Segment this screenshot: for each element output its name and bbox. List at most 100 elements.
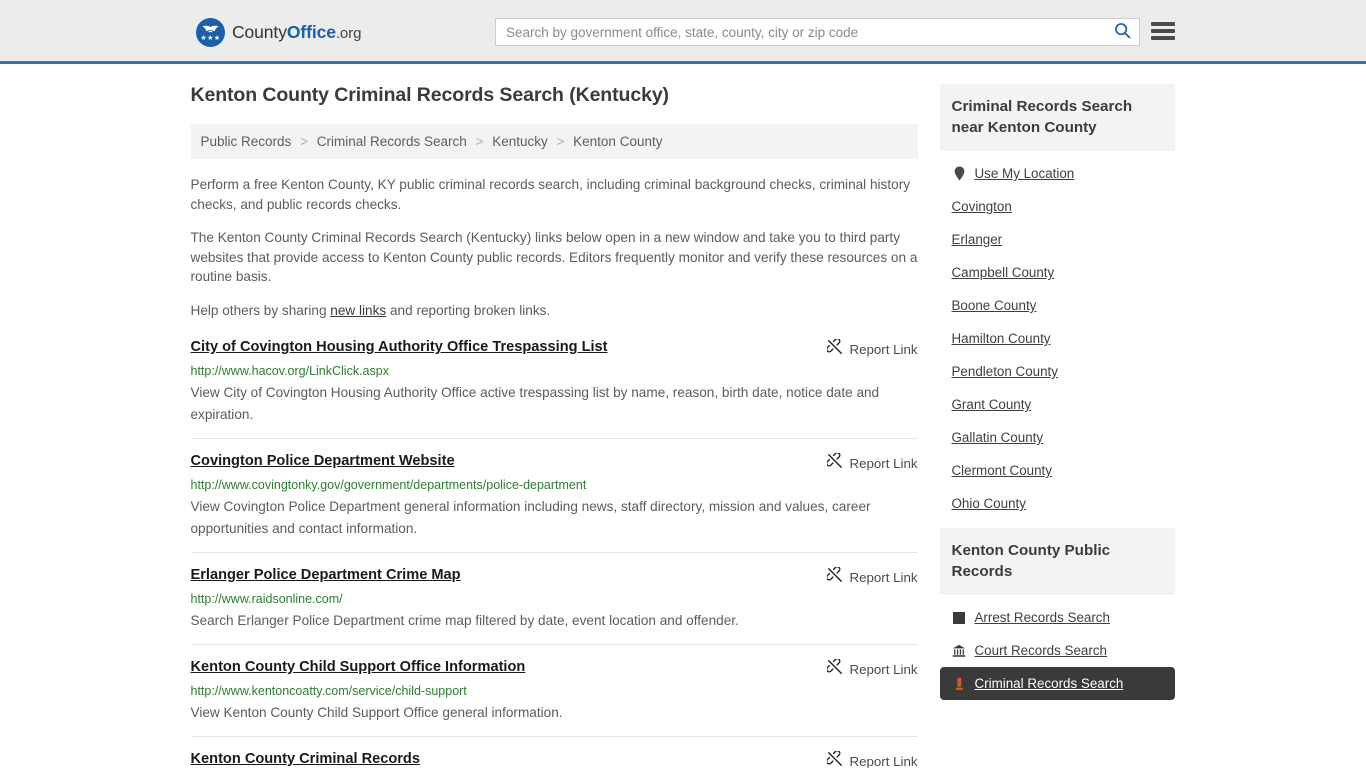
page-title: Kenton County Criminal Records Search (K… (190, 84, 670, 106)
broken-link-icon (825, 338, 843, 360)
logo-word-org: .org (335, 25, 362, 42)
sidebar-item-hamilton-county[interactable]: Hamilton County (940, 322, 1175, 355)
result-title-link[interactable]: Kenton County Child Support Office Infor… (191, 658, 540, 677)
sidebar-item-gallatin-county[interactable]: Gallatin County (940, 421, 1175, 454)
result-url[interactable]: http://www.raidsonline.com/ (191, 591, 918, 608)
result-description: Search Erlanger Police Department crime … (190, 613, 739, 628)
sidebar-item-court-records-search[interactable]: Court Records Search (940, 634, 1175, 667)
report-link-button[interactable]: Report Link (825, 566, 918, 588)
intro-paragraph-2: The Kenton County Criminal Records Searc… (190, 230, 918, 284)
sidebar-item-clermont-county[interactable]: Clermont County (940, 454, 1175, 487)
sidebar-item-boone-county[interactable]: Boone County (940, 289, 1175, 322)
main-content: Kenton County Criminal Records Search (K… (190, 84, 918, 768)
list-item: Hamilton County (940, 322, 1175, 355)
courthouse-icon (952, 643, 967, 658)
sidebar-item-label: Criminal Records Search (974, 676, 1124, 691)
breadcrumb-item-kenton-county: Kenton County (573, 134, 663, 149)
report-link-button[interactable]: Report Link (825, 658, 918, 680)
result-title-link[interactable]: Erlanger Police Department Crime Map (191, 566, 475, 585)
broken-link-icon (825, 658, 843, 680)
fingerprint-icon (952, 610, 967, 625)
broken-link-icon (825, 452, 843, 474)
sidebar-item-label: Covington (951, 199, 1012, 214)
sidebar-item-label: Pendleton County (951, 364, 1058, 379)
list-item: Covington (940, 190, 1175, 223)
intro-paragraph-1: Perform a free Kenton County, KY public … (190, 177, 911, 212)
sidebar-public-records-list: Arrest Records Search Court Records Sear… (939, 595, 1175, 700)
results-list: City of Covington Housing Authority Offi… (190, 336, 918, 768)
logo-stars: ★★★ (200, 35, 221, 42)
sidebar-item-covington[interactable]: Covington (940, 190, 1175, 223)
sidebar-item-use-my-location[interactable]: Use My Location (940, 157, 1175, 190)
breadcrumb: Public Records > Criminal Records Search… (190, 124, 918, 159)
gavel-icon (952, 676, 967, 691)
sidebar-item-label: Arrest Records Search (974, 610, 1110, 625)
sidebar-nearby-panel: Criminal Records Search near Kenton Coun… (939, 84, 1175, 520)
breadcrumb-separator: > (300, 134, 308, 149)
sidebar-public-records-panel: Kenton County Public Records Arrest Reco… (939, 528, 1175, 700)
list-item: Erlanger (940, 223, 1175, 256)
result-description: View Covington Police Department general… (190, 499, 871, 536)
list-item: Use My Location (940, 157, 1175, 190)
hamburger-bar-3 (1151, 36, 1175, 40)
logo-word-office: Office (286, 22, 336, 42)
sidebar-item-ohio-county[interactable]: Ohio County (940, 487, 1175, 520)
sidebar-item-arrest-records-search[interactable]: Arrest Records Search (940, 601, 1175, 634)
report-link-button[interactable]: Report Link (825, 452, 918, 474)
search-input[interactable] (496, 19, 1105, 45)
sidebar-item-label: Campbell County (951, 265, 1055, 280)
sidebar-item-campbell-county[interactable]: Campbell County (940, 256, 1175, 289)
broken-link-icon (825, 566, 843, 588)
sidebar-item-erlanger[interactable]: Erlanger (940, 223, 1175, 256)
list-item: Campbell County (940, 256, 1175, 289)
sidebar-item-label: Boone County (951, 298, 1037, 313)
sidebar-item-label: Grant County (951, 397, 1032, 412)
report-link-button[interactable]: Report Link (825, 338, 918, 360)
list-item: Arrest Records Search (940, 601, 1175, 634)
breadcrumb-item-public-records[interactable]: Public Records (201, 134, 292, 149)
report-link-label: Report Link (849, 342, 918, 357)
result-title-link[interactable]: Covington Police Department Website (191, 452, 469, 471)
report-link-label: Report Link (849, 456, 918, 471)
result-item: Erlanger Police Department Crime Map Rep… (190, 552, 918, 644)
result-title-link[interactable]: Kenton County Criminal Records (191, 750, 434, 768)
list-item: Clermont County (940, 454, 1175, 487)
hamburger-bar-1 (1151, 22, 1175, 26)
hamburger-menu-icon[interactable] (1151, 20, 1175, 42)
sidebar-item-label: Use My Location (974, 166, 1075, 181)
sidebar-item-grant-county[interactable]: Grant County (940, 388, 1175, 421)
breadcrumb-separator: > (475, 134, 484, 149)
sidebar-item-label: Gallatin County (951, 430, 1044, 445)
result-item: City of Covington Housing Authority Offi… (191, 336, 918, 438)
map-pin-icon (952, 166, 967, 181)
sidebar-nearby-list: Use My Location Covington Erlanger Campb… (940, 151, 1175, 520)
sidebar-item-label: Clermont County (951, 463, 1052, 478)
result-description: View City of Covington Housing Authority… (190, 385, 880, 422)
intro-text-before: Help others by sharing (190, 302, 331, 318)
search-bar (495, 18, 1140, 46)
list-item: Pendleton County (940, 355, 1175, 388)
result-item: Kenton County Criminal Records Report Li… (190, 736, 918, 768)
result-url[interactable]: http://www.kentoncoatty.com/service/chil… (191, 683, 918, 700)
breadcrumb-item-criminal-records-search[interactable]: Criminal Records Search (317, 134, 467, 149)
sidebar-nearby-heading: Criminal Records Search near Kenton Coun… (939, 84, 1175, 151)
search-icon (1114, 22, 1131, 42)
sidebar-item-label: Erlanger (951, 232, 1003, 247)
sidebar-item-criminal-records-search[interactable]: Criminal Records Search (939, 667, 1175, 700)
report-link-button[interactable]: Report Link (825, 750, 918, 768)
breadcrumb-item-kentucky[interactable]: Kentucky (492, 134, 548, 149)
report-link-label: Report Link (849, 662, 918, 677)
search-button[interactable] (1105, 19, 1139, 45)
sidebar-item-label: Hamilton County (951, 331, 1051, 346)
new-links-link[interactable]: new links (330, 303, 386, 318)
result-url[interactable]: http://www.covingtonky.gov/government/de… (191, 477, 918, 494)
result-url[interactable]: http://www.hacov.org/LinkClick.aspx (191, 363, 918, 380)
sidebar-item-label: Ohio County (951, 496, 1026, 511)
site-logo[interactable]: ★★★ CountyOffice.org (196, 18, 361, 47)
intro-text-after: and reporting broken links. (386, 302, 551, 318)
list-item: Criminal Records Search (939, 667, 1175, 700)
result-title-link[interactable]: City of Covington Housing Authority Offi… (191, 338, 622, 357)
sidebar-item-pendleton-county[interactable]: Pendleton County (940, 355, 1175, 388)
sidebar-item-label: Court Records Search (974, 643, 1107, 658)
breadcrumb-separator: > (556, 134, 565, 149)
